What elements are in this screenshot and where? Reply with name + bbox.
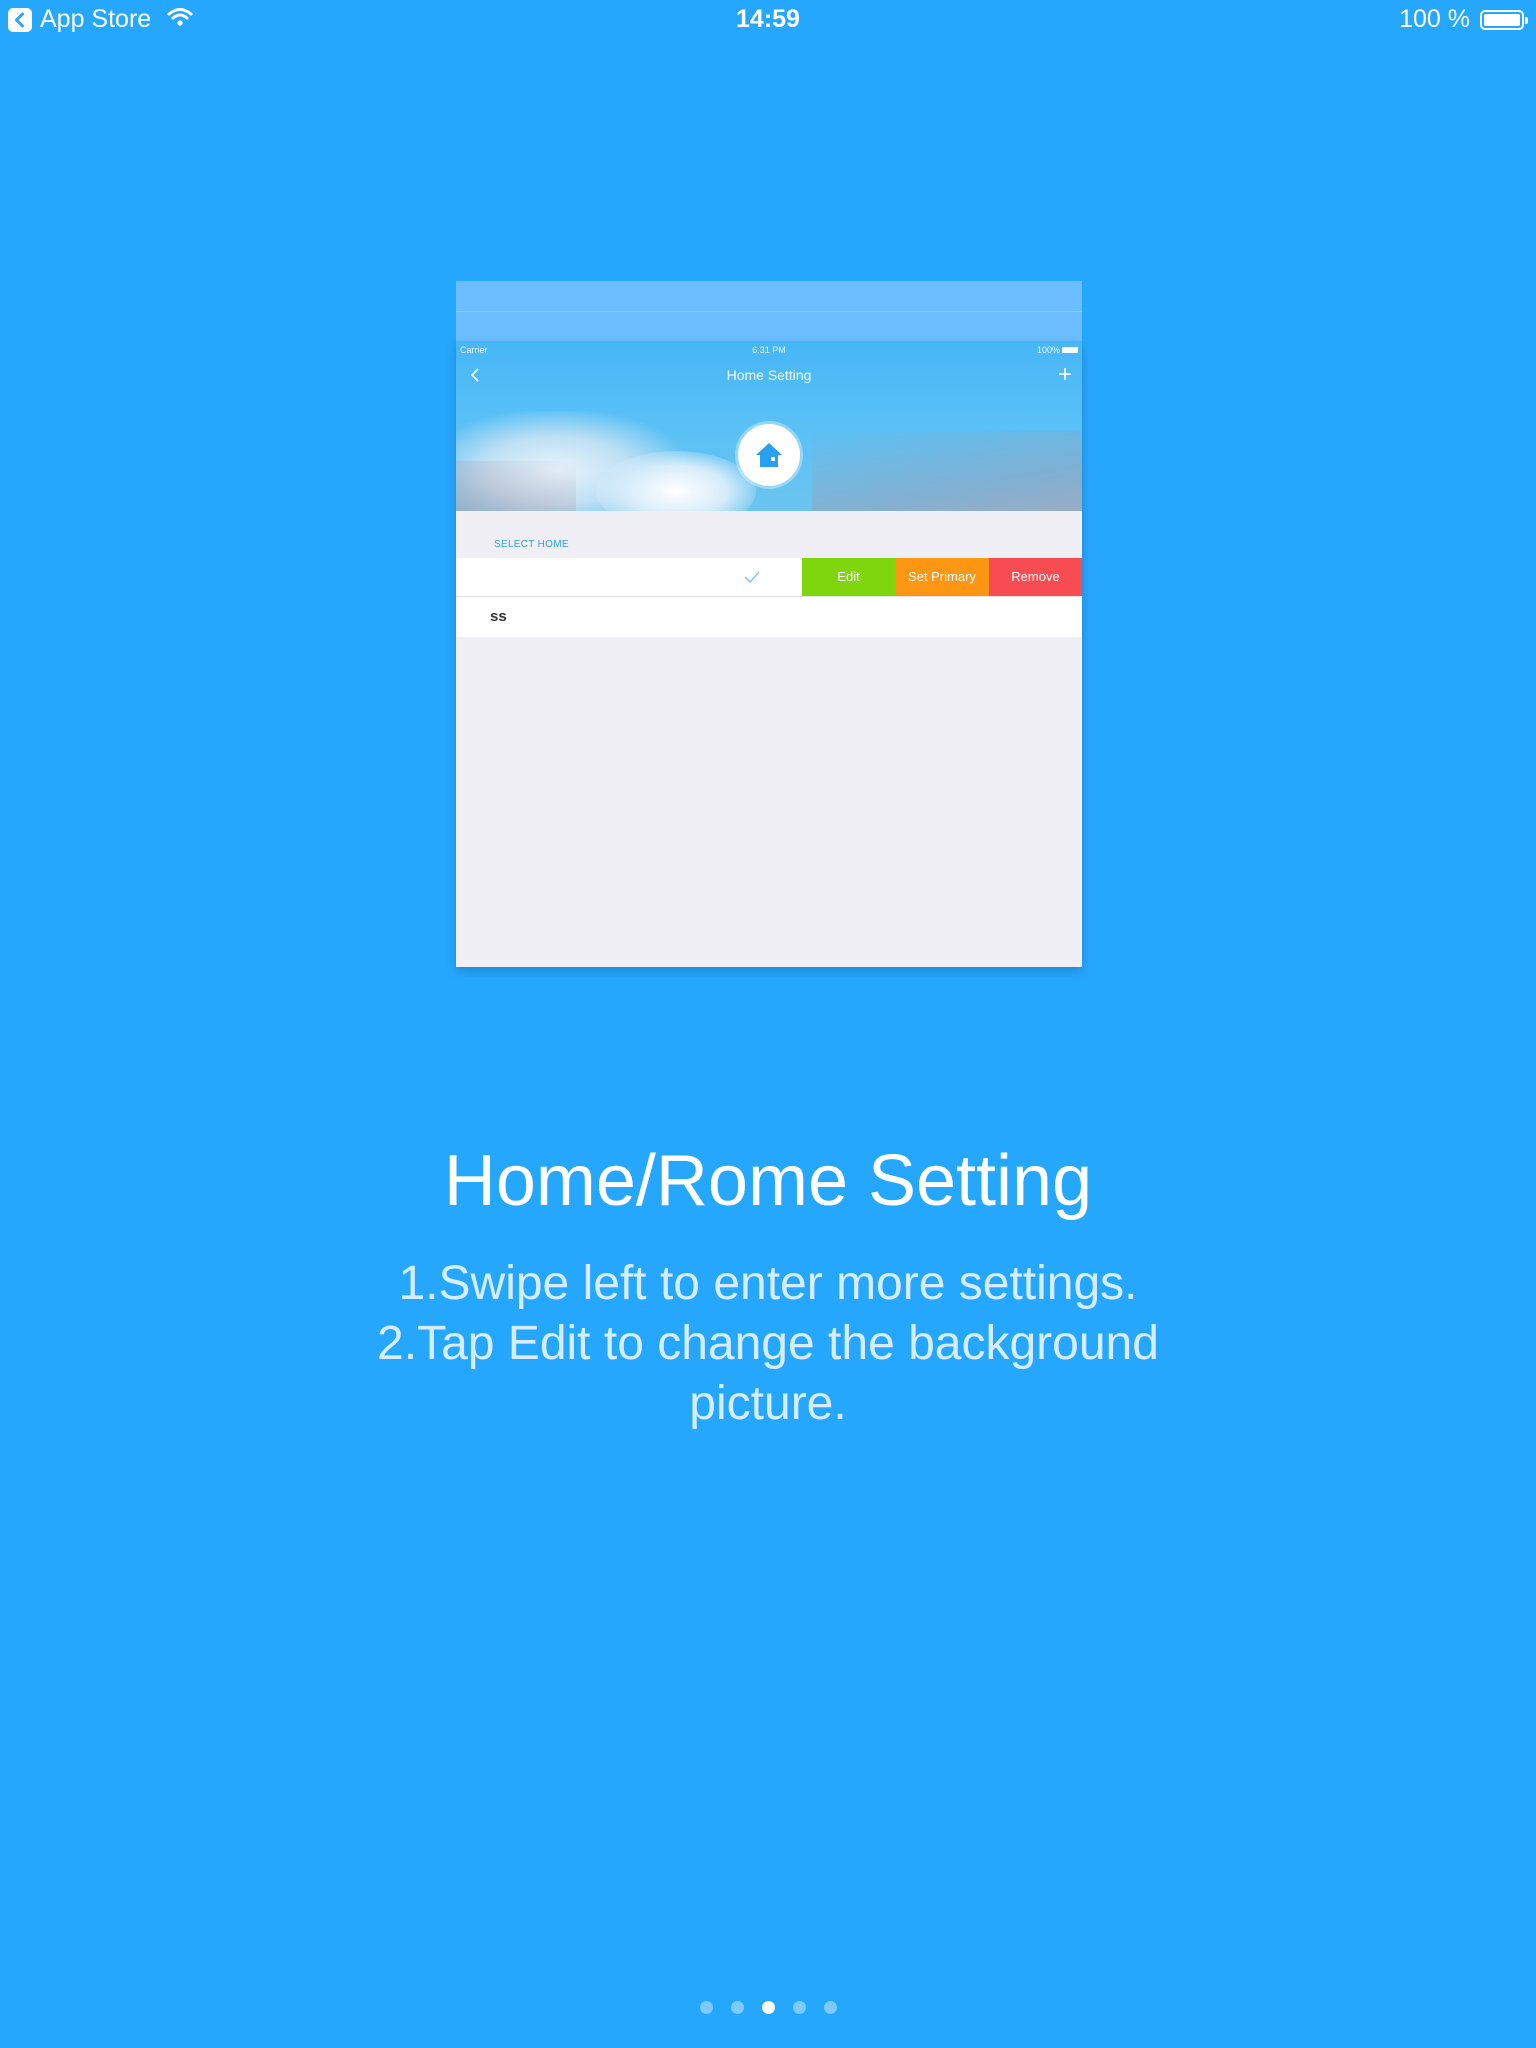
page-dot[interactable]	[823, 2001, 837, 2014]
edit-button: Edit	[802, 558, 895, 596]
page-dot[interactable]	[699, 2001, 713, 2014]
battery-percent: 100 %	[1399, 5, 1470, 33]
page-dot[interactable]	[792, 2001, 806, 2014]
status-time: 14:59	[736, 5, 800, 33]
preview-screen: Carrier 6:31 PM 100% Home Setting + SELE…	[456, 341, 1082, 967]
set-primary-button: Set Primary	[895, 558, 989, 596]
check-icon	[744, 570, 760, 588]
mini-time: 6:31 PM	[752, 345, 786, 355]
page-dot[interactable]	[761, 2001, 775, 2014]
mini-battery-icon	[1062, 347, 1078, 353]
home-icon	[738, 424, 800, 486]
description-line-2: 2.Tap Edit to change the background pict…	[377, 1317, 1159, 1430]
page-title: Home/Rome Setting	[443, 1141, 1093, 1221]
screenshot-preview: Carrier 6:31 PM 100% Home Setting + SELE…	[456, 281, 1082, 967]
battery-icon	[1480, 10, 1528, 30]
status-bar: App Store 14:59 100 %	[0, 0, 1536, 40]
page-dot[interactable]	[730, 2001, 744, 2014]
home-row-swiped: Edit Set Primary Remove	[456, 558, 1082, 596]
description-line-1: 1.Swipe left to enter more settings.	[398, 1257, 1138, 1310]
mini-battery: 100%	[1036, 345, 1060, 355]
mini-add-icon: +	[1057, 361, 1072, 388]
home-row: ss	[456, 597, 1082, 637]
select-home-label: SELECT HOME	[494, 539, 569, 550]
remove-button: Remove	[989, 558, 1082, 596]
preview-top-band	[456, 281, 1082, 341]
home-row-name: ss	[490, 608, 507, 625]
mini-header-title: Home Setting	[726, 367, 812, 383]
preview-header: Carrier 6:31 PM 100% Home Setting +	[456, 341, 1082, 511]
page-description: 1.Swipe left to enter more settings. 2.T…	[318, 1254, 1218, 1434]
page-indicator[interactable]	[0, 2001, 1536, 2014]
